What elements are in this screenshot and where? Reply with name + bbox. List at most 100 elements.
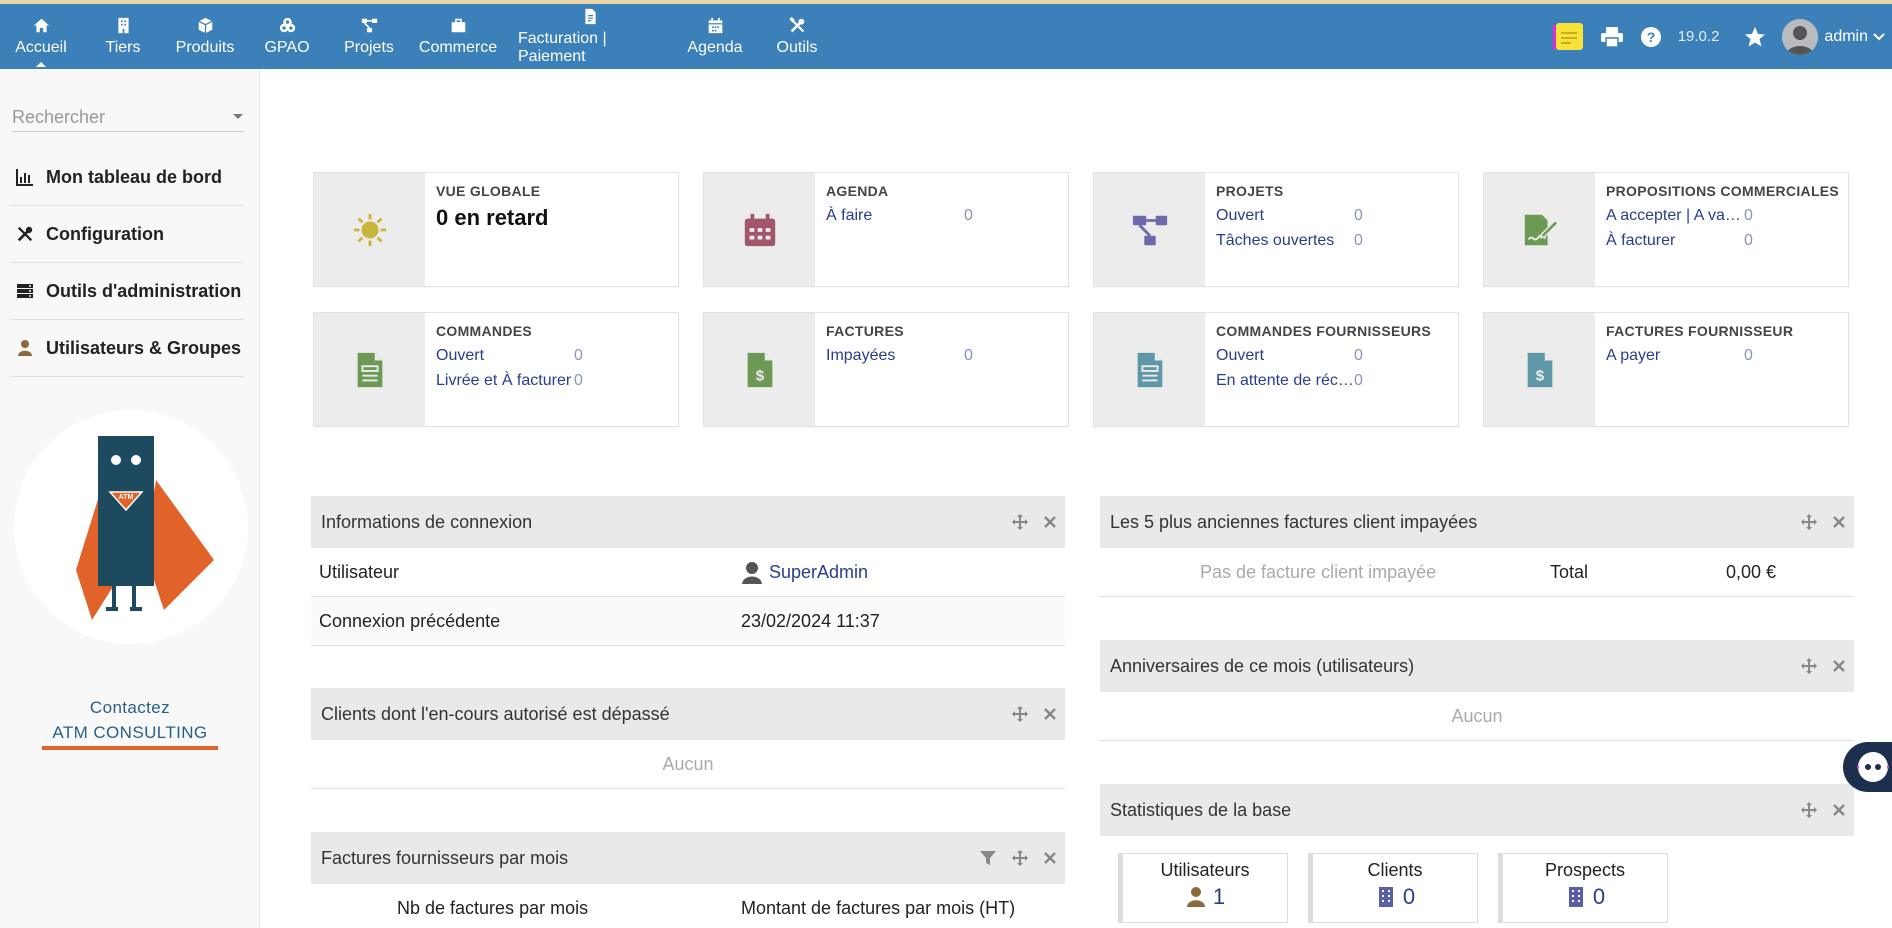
- panel-login-info: Informations de connexion Utilisateur Su…: [311, 496, 1065, 646]
- box-row[interactable]: Tâches ouvertes 0: [1216, 228, 1450, 253]
- filter-icon[interactable]: [979, 849, 997, 867]
- chatbot-button[interactable]: [1843, 742, 1892, 792]
- box-vue-globale[interactable]: VUE GLOBALE 0 en retard: [313, 172, 679, 287]
- help-button[interactable]: ?: [1640, 26, 1661, 47]
- box-row-label[interactable]: Ouvert: [436, 343, 574, 368]
- calendar-icon: [708, 17, 722, 33]
- empty-text: Pas de facture client impayée: [1200, 561, 1437, 582]
- box-projets[interactable]: PROJETS Ouvert 0 Tâches ouvertes 0: [1093, 172, 1459, 287]
- sidebar-item-dashboard[interactable]: Mon tableau de bord: [10, 149, 244, 206]
- box-row[interactable]: Livrée et À facturer 0: [436, 368, 670, 393]
- menu-accueil[interactable]: Accueil: [0, 4, 82, 69]
- box-icon-area: $: [1484, 313, 1595, 426]
- total-label: Total: [1550, 561, 1589, 582]
- close-icon[interactable]: [1041, 705, 1059, 723]
- move-icon[interactable]: [1800, 513, 1818, 531]
- box-row[interactable]: À facturer 0: [1606, 228, 1840, 253]
- box-factures[interactable]: $ FACTURES Impayées 0: [703, 312, 1069, 427]
- box-commandes[interactable]: COMMANDES Ouvert 0 Livrée et À facturer 0: [313, 312, 679, 427]
- menu-gpao[interactable]: GPAO: [246, 4, 328, 69]
- box-row[interactable]: A payer 0: [1606, 343, 1840, 368]
- table-row: Utilisateur SuperAdmin: [311, 548, 1065, 597]
- project-icon: [361, 18, 377, 32]
- box-row[interactable]: Ouvert 0: [436, 343, 670, 368]
- sidebar-item-users-groups[interactable]: Utilisateurs & Groupes: [10, 320, 244, 377]
- box-propositions[interactable]: PROPOSITIONS COMMERCIALES A accepter | A…: [1483, 172, 1849, 287]
- close-icon[interactable]: [1830, 513, 1848, 531]
- stat-card-clients[interactable]: Clients 0: [1308, 853, 1478, 923]
- box-row[interactable]: Ouvert 0: [1216, 343, 1450, 368]
- box-row[interactable]: À faire 0: [826, 203, 1060, 228]
- stat-card-users[interactable]: Utilisateurs 1: [1118, 853, 1288, 923]
- menu-produits[interactable]: Produits: [164, 4, 246, 69]
- box-row-value: 0: [574, 347, 583, 364]
- bookmarks-button[interactable]: [1744, 26, 1766, 48]
- contact-link[interactable]: Contactez ATM CONSULTING: [42, 695, 218, 745]
- print-button[interactable]: [1600, 26, 1623, 47]
- stat-label: Utilisateurs: [1160, 860, 1250, 880]
- box-row-label[interactable]: En attente de réception: [1216, 368, 1354, 393]
- table-row: Pas de facture client impayée Total 0,00…: [1100, 548, 1854, 597]
- menu-commerce[interactable]: Commerce: [410, 4, 506, 69]
- box-icon-area: [1094, 313, 1205, 426]
- stat-label: Clients: [1367, 860, 1423, 880]
- box-row[interactable]: Ouvert 0: [1216, 203, 1450, 228]
- empty-row: Aucun: [311, 740, 1065, 789]
- menu-projets[interactable]: Projets: [328, 4, 410, 69]
- move-icon[interactable]: [1011, 849, 1029, 867]
- user-name[interactable]: admin: [1824, 28, 1868, 46]
- sidebar-item-admin-tools[interactable]: Outils d'administration: [10, 263, 244, 320]
- row-label: Utilisateur: [319, 561, 400, 582]
- building-icon: [117, 17, 129, 33]
- user-icon: [18, 340, 32, 356]
- sidebar-item-label: Utilisateurs & Groupes: [46, 337, 242, 358]
- box-row-label[interactable]: Livrée et À facturer: [436, 368, 574, 393]
- panel-title: Statistiques de la base: [1110, 799, 1292, 820]
- user-icon: [1186, 887, 1205, 907]
- box-row-label[interactable]: Ouvert: [1216, 203, 1354, 228]
- chart-title-count: Nb de factures par mois: [397, 898, 589, 918]
- search-input[interactable]: Rechercher: [12, 103, 244, 132]
- menu-agenda[interactable]: Agenda: [674, 4, 756, 69]
- box-row-label[interactable]: A accepter | A valider: [1606, 203, 1744, 228]
- box-icon-area: $: [704, 313, 815, 426]
- box-factures-fournisseur[interactable]: $ FACTURES FOURNISSEUR A payer 0: [1483, 312, 1849, 427]
- search-placeholder: Rechercher: [12, 106, 106, 127]
- menu-label: Tiers: [105, 38, 141, 56]
- box-row-label[interactable]: A payer: [1606, 343, 1744, 368]
- row-value[interactable]: SuperAdmin: [769, 562, 868, 583]
- box-icon-area: [314, 173, 425, 286]
- close-icon[interactable]: [1041, 849, 1059, 867]
- menu-facturation[interactable]: Facturation | Paiement: [506, 4, 674, 69]
- box-row-label[interactable]: Tâches ouvertes: [1216, 228, 1354, 253]
- chevron-down-icon[interactable]: [1872, 32, 1886, 42]
- menu-tiers[interactable]: Tiers: [82, 4, 164, 69]
- box-row-label[interactable]: Ouvert: [1216, 343, 1354, 368]
- box-row-label[interactable]: Impayées: [826, 343, 964, 368]
- panel-title: Clients dont l'en-cours autorisé est dép…: [321, 703, 670, 724]
- box-row-label[interactable]: À faire: [826, 203, 964, 228]
- user-avatar[interactable]: [1782, 18, 1819, 55]
- box-row-label[interactable]: À facturer: [1606, 228, 1744, 253]
- notes-button[interactable]: [1552, 22, 1583, 51]
- server-icon: [17, 284, 33, 298]
- box-row[interactable]: A accepter | A valider 0: [1606, 203, 1840, 228]
- move-icon[interactable]: [1800, 801, 1818, 819]
- box-row[interactable]: Impayées 0: [826, 343, 1060, 368]
- sidebar-item-configuration[interactable]: Configuration: [10, 206, 244, 263]
- box-commandes-fournisseurs[interactable]: COMMANDES FOURNISSEURS Ouvert 0 En attent…: [1093, 312, 1459, 427]
- move-icon[interactable]: [1800, 657, 1818, 675]
- box-agenda[interactable]: AGENDA À faire 0: [703, 172, 1069, 287]
- move-icon[interactable]: [1011, 705, 1029, 723]
- close-icon[interactable]: [1830, 657, 1848, 675]
- stat-card-prospects[interactable]: Prospects 0: [1498, 853, 1668, 923]
- close-icon[interactable]: [1041, 513, 1059, 531]
- move-icon[interactable]: [1011, 513, 1029, 531]
- panel-title: Anniversaires de ce mois (utilisateurs): [1110, 655, 1415, 676]
- close-icon[interactable]: [1830, 801, 1848, 819]
- contact-underline: [42, 746, 218, 750]
- menu-outils[interactable]: Outils: [756, 4, 838, 69]
- box-big-value[interactable]: 0 en retard: [436, 205, 670, 231]
- box-row[interactable]: En attente de réception0: [1216, 368, 1450, 393]
- row-value-link[interactable]: SuperAdmin: [741, 560, 868, 584]
